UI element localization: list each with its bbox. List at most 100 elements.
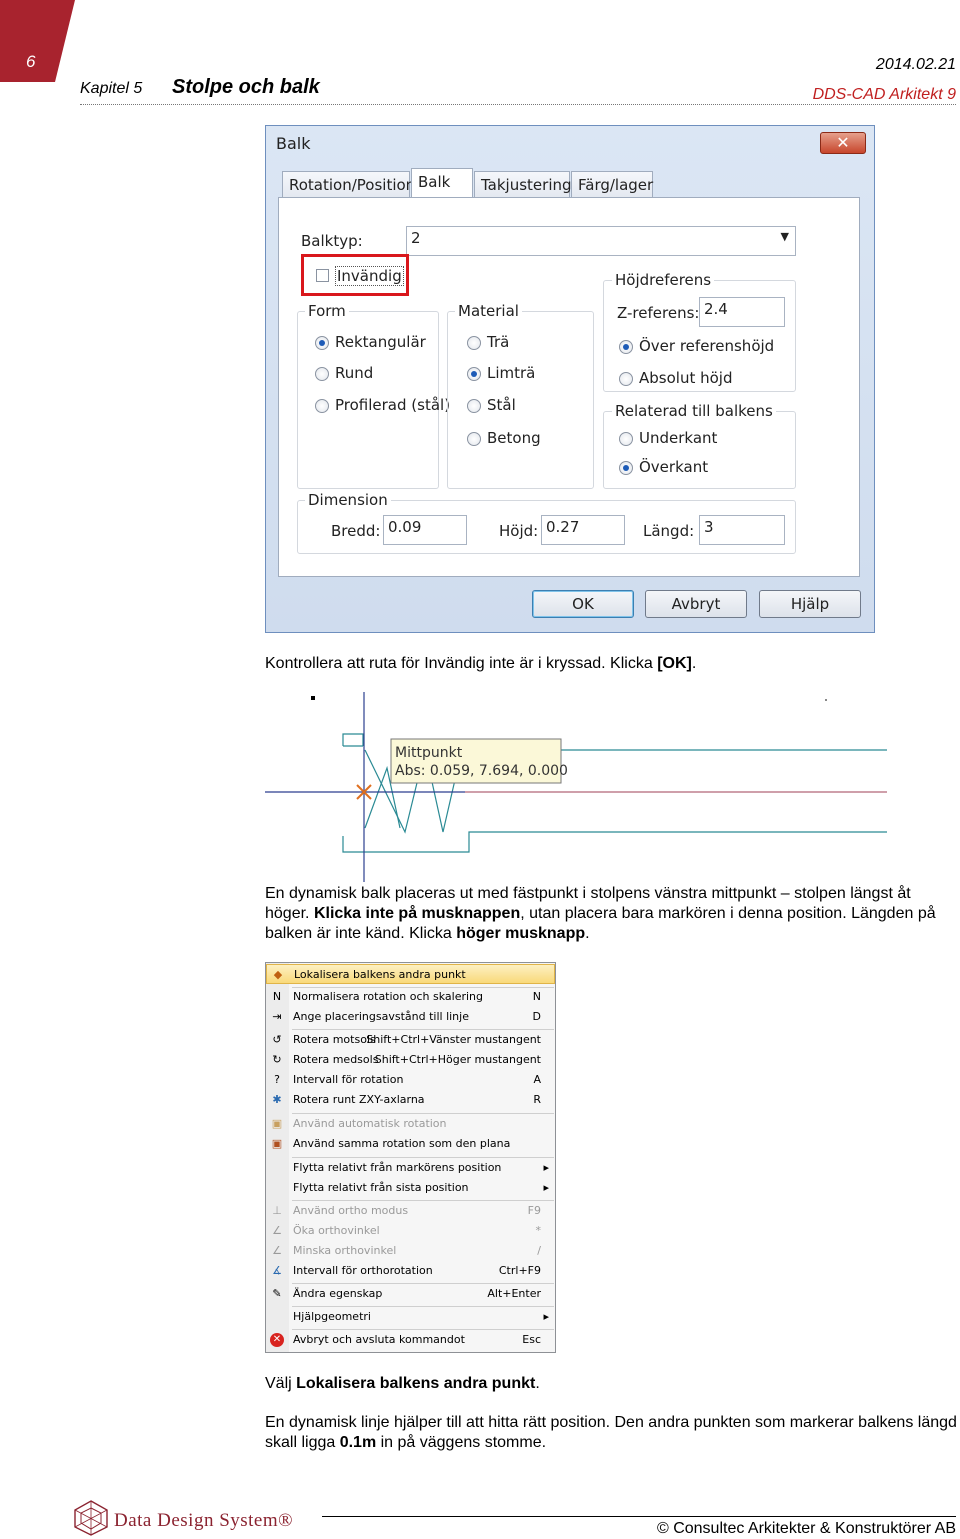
menu-item-label: Flytta relativt från markörens position bbox=[293, 1161, 502, 1174]
para3-text: . bbox=[535, 1375, 540, 1392]
radio-rektangular[interactable] bbox=[315, 336, 329, 350]
menu-item-oka-orthovinkel[interactable]: ∠ Öka orthovinkel * bbox=[266, 1221, 555, 1241]
zref-label: Z-referens: bbox=[617, 304, 700, 322]
chapter-label: Kapitel 5 bbox=[80, 80, 143, 97]
menu-item-label: Ändra egenskap bbox=[293, 1287, 383, 1300]
bredd-label: Bredd: bbox=[331, 522, 381, 540]
menu-item-shortcut: * bbox=[535, 1224, 542, 1237]
radio-betong[interactable] bbox=[467, 432, 481, 446]
menu-item-normalisera[interactable]: N Normalisera rotation och skalering N bbox=[266, 987, 555, 1007]
menu-item-shortcut: Shift+Ctrl+Vänster mustangent bbox=[366, 1033, 541, 1046]
zref-input[interactable]: 2.4 bbox=[699, 297, 785, 327]
ortho-icon: ⊥ bbox=[272, 1204, 282, 1217]
para2-text: . bbox=[585, 925, 590, 942]
submenu-arrow-icon: ▸ bbox=[543, 1161, 549, 1174]
form-group-title: Form bbox=[305, 302, 349, 320]
radio-stal[interactable] bbox=[467, 399, 481, 413]
menu-item-intervall-rotation[interactable]: ? Intervall för rotation A bbox=[266, 1070, 555, 1090]
para3-text: Välj bbox=[265, 1375, 297, 1392]
invandig-label: Invändig bbox=[335, 266, 404, 286]
para1-end: . bbox=[691, 655, 697, 672]
hojd-option-label: Absolut höjd bbox=[639, 369, 733, 387]
menu-item-rotera-zxy[interactable]: ✱ Rotera runt ZXY-axlarna R bbox=[266, 1090, 555, 1110]
menu-item-label: Använd automatisk rotation bbox=[293, 1117, 447, 1130]
radio-overkant[interactable] bbox=[619, 461, 633, 475]
cad-marker bbox=[825, 699, 827, 701]
menu-item-placeringsavstand[interactable]: ⇥ Ange placeringsavstånd till linje D bbox=[266, 1007, 555, 1027]
menu-item-label: Flytta relativt från sista position bbox=[293, 1181, 469, 1194]
menu-item-ortho-modus[interactable]: ⊥ Använd ortho modus F9 bbox=[266, 1201, 555, 1221]
instruction-paragraph-4: En dynamisk linje hjälper till att hitta… bbox=[265, 1413, 957, 1453]
balktyp-value: 2 bbox=[411, 229, 421, 247]
radio-rund[interactable] bbox=[315, 367, 329, 381]
hojd-option-label: Över referenshöjd bbox=[639, 337, 775, 355]
radio-profilerad[interactable] bbox=[315, 399, 329, 413]
page-corner-tab bbox=[0, 0, 75, 82]
menu-item-minska-orthovinkel[interactable]: ∠ Minska orthovinkel / bbox=[266, 1241, 555, 1261]
page-number: 6 bbox=[26, 52, 36, 71]
same-rotation-icon: ▣ bbox=[271, 1137, 283, 1150]
header-date: 2014.02.21 bbox=[875, 56, 956, 73]
menu-item-label: Rotera runt ZXY-axlarna bbox=[293, 1093, 425, 1106]
tab-rotation-position[interactable]: Rotation/Position bbox=[282, 171, 415, 198]
menu-item-samma-rotation[interactable]: ▣ Använd samma rotation som den plana bbox=[266, 1134, 555, 1154]
balktyp-select[interactable]: 2 ▼ bbox=[406, 226, 796, 256]
menu-item-rotera-medsols[interactable]: ↻ Rotera medsols Shift+Ctrl+Höger mustan… bbox=[266, 1050, 555, 1070]
rotation-interval-icon: ? bbox=[274, 1073, 280, 1086]
menu-item-shortcut: D bbox=[532, 1010, 541, 1023]
langd-input[interactable]: 3 bbox=[699, 515, 785, 545]
cancel-button[interactable]: Avbryt bbox=[645, 590, 747, 618]
ok-button[interactable]: OK bbox=[532, 590, 634, 618]
material-group-title: Material bbox=[455, 302, 522, 320]
menu-item-label: Intervall för rotation bbox=[293, 1073, 404, 1086]
menu-item-shortcut: Shift+Ctrl+Höger mustangent bbox=[374, 1053, 541, 1066]
menu-item-intervall-ortho[interactable]: ∡ Intervall för orthorotation Ctrl+F9 bbox=[266, 1261, 555, 1281]
para2-bold: höger musknapp bbox=[456, 925, 586, 942]
menu-item-flytta-markor[interactable]: Flytta relativt från markörens position … bbox=[266, 1158, 555, 1178]
langd-label: Längd: bbox=[643, 522, 695, 540]
bredd-input[interactable]: 0.09 bbox=[383, 515, 467, 545]
menu-item-shortcut: Ctrl+F9 bbox=[498, 1264, 541, 1277]
dds-logo-icon bbox=[74, 1500, 108, 1536]
close-button[interactable]: ✕ bbox=[820, 132, 866, 154]
para2-bold: Klicka inte på musknappen bbox=[313, 905, 521, 922]
para1-bold: [OK] bbox=[657, 655, 692, 672]
radio-tra[interactable] bbox=[467, 336, 481, 350]
radio-underkant[interactable] bbox=[619, 432, 633, 446]
radio-over-referenshojd[interactable] bbox=[619, 340, 633, 354]
invandig-checkbox[interactable] bbox=[316, 269, 329, 282]
menu-item-label: Minska orthovinkel bbox=[293, 1244, 397, 1257]
menu-item-label: Hjälpgeometri bbox=[293, 1310, 371, 1323]
menu-item-label: Normalisera rotation och skalering bbox=[293, 990, 483, 1003]
axes-icon: ✱ bbox=[272, 1093, 282, 1106]
balk-dialog: Balk ✕ Rotation/Position Balk Takjusteri… bbox=[265, 125, 875, 633]
instruction-paragraph-3: Välj Lokalisera balkens andra punkt. bbox=[265, 1374, 957, 1394]
menu-item-lokalisera[interactable]: ◆ Lokalisera balkens andra punkt bbox=[266, 964, 555, 984]
menu-item-hjalpgeometri[interactable]: Hjälpgeometri ▸ bbox=[266, 1307, 555, 1327]
instruction-paragraph-1: Kontrollera att ruta för Invändig inte ä… bbox=[265, 654, 957, 674]
menu-item-shortcut: Esc bbox=[522, 1333, 541, 1346]
menu-item-shortcut: R bbox=[533, 1093, 541, 1106]
menu-item-avbryt[interactable]: ✕ Avbryt och avsluta kommandot Esc bbox=[266, 1330, 555, 1350]
tab-farg-lager[interactable]: Färg/lager bbox=[571, 171, 653, 198]
radio-limtra[interactable] bbox=[467, 367, 481, 381]
menu-item-andra-egenskap[interactable]: ✎ Ändra egenskap Alt+Enter bbox=[266, 1284, 555, 1304]
chapter-title: Stolpe och balk bbox=[172, 76, 320, 98]
rotate-cw-icon: ↻ bbox=[272, 1053, 282, 1066]
hojd-input[interactable]: 0.27 bbox=[541, 515, 625, 545]
menu-item-label: Öka orthovinkel bbox=[293, 1224, 380, 1237]
tab-takjustering[interactable]: Takjustering bbox=[474, 171, 572, 198]
ortho-interval-icon: ∡ bbox=[272, 1264, 282, 1277]
submenu-arrow-icon: ▸ bbox=[543, 1181, 549, 1194]
radio-absolut-hojd[interactable] bbox=[619, 372, 633, 386]
menu-item-flytta-sista[interactable]: Flytta relativt från sista position ▸ bbox=[266, 1178, 555, 1198]
cad-view: Mittpunkt Abs: 0.059, 7.694, 0.000 bbox=[265, 692, 887, 882]
para3-bold: Lokalisera balkens andra punkt bbox=[296, 1375, 536, 1392]
tab-balk[interactable]: Balk bbox=[411, 168, 473, 199]
auto-rotation-icon: ▣ bbox=[271, 1117, 283, 1130]
cad-marker bbox=[311, 696, 315, 700]
help-button[interactable]: Hjälp bbox=[759, 590, 861, 618]
menu-item-automatisk-rotation[interactable]: ▣ Använd automatisk rotation bbox=[266, 1114, 555, 1134]
menu-item-rotera-motsols[interactable]: ↺ Rotera motsols Shift+Ctrl+Vänster must… bbox=[266, 1030, 555, 1050]
tooltip-line-2: Abs: 0.059, 7.694, 0.000 bbox=[395, 763, 568, 779]
